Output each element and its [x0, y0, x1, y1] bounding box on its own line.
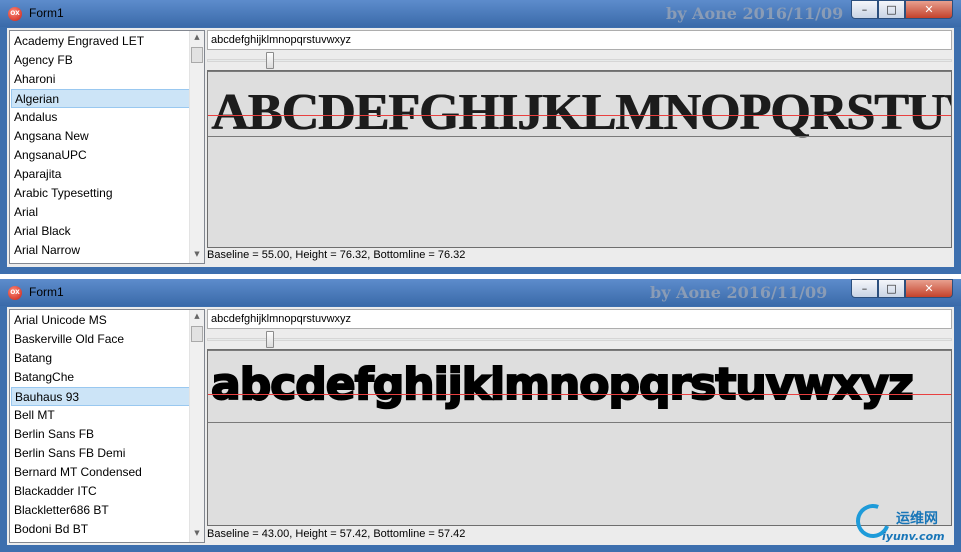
list-item[interactable]: Andalus — [11, 108, 191, 127]
title-bar[interactable]: OX Form1 by Aone 2016/11/09 – □ ✕ — [0, 0, 961, 27]
rendered-sample-text: abcdefghijklmnopqrstuvwxyz — [210, 358, 915, 411]
logo-chinese-text: 运维网 — [896, 511, 938, 527]
list-item[interactable]: Bernard MT Condensed — [11, 463, 191, 482]
sample-text-input[interactable]: abcdefghijklmnopqrstuvwxyz — [207, 30, 952, 50]
app-icon[interactable]: OX — [8, 286, 22, 300]
minimize-button[interactable]: – — [851, 0, 878, 19]
font-listbox[interactable]: Arial Unicode MS Baskerville Old Face Ba… — [9, 309, 205, 543]
slider-track[interactable] — [207, 59, 952, 62]
site-logo: 运维网 iyunv.com — [850, 498, 960, 550]
list-item-selected[interactable]: Bauhaus 93 — [11, 387, 191, 406]
font-listbox[interactable]: Academy Engraved LET Agency FB Aharoni A… — [9, 30, 205, 264]
scroll-thumb[interactable] — [191, 47, 203, 63]
scroll-down-arrow-icon[interactable]: ▼ — [190, 529, 204, 537]
list-item[interactable]: Berlin Sans FB — [11, 425, 191, 444]
minimize-button[interactable]: – — [851, 279, 878, 298]
list-item[interactable]: Arial Narrow — [11, 241, 191, 260]
window-form1-top: OX Form1 by Aone 2016/11/09 – □ ✕ Academ… — [0, 0, 961, 274]
baseline-line — [208, 394, 951, 395]
list-item[interactable]: Angsana New — [11, 127, 191, 146]
list-item[interactable]: Arabic Typesetting — [11, 184, 191, 203]
window-title: Form1 — [29, 285, 64, 299]
list-item[interactable]: Aparajita — [11, 165, 191, 184]
status-metrics: Baseline = 55.00, Height = 76.32, Bottom… — [207, 249, 466, 261]
close-button[interactable]: ✕ — [905, 0, 953, 19]
list-scrollbar[interactable]: ▲ ▼ — [189, 31, 204, 263]
list-item[interactable]: Aharoni — [11, 70, 191, 89]
list-item[interactable]: AngsanaUPC — [11, 146, 191, 165]
list-item[interactable]: Bodoni Bd BT — [11, 520, 191, 539]
list-item[interactable]: Blackletter686 BT — [11, 501, 191, 520]
list-item[interactable]: Blackadder ITC — [11, 482, 191, 501]
scroll-thumb[interactable] — [191, 326, 203, 342]
window-form1-bottom: OX Form1 by Aone 2016/11/09 – □ ✕ Arial … — [0, 279, 961, 552]
list-item[interactable]: Bell MT — [11, 406, 191, 425]
status-metrics: Baseline = 43.00, Height = 57.42, Bottom… — [207, 528, 466, 540]
scroll-up-arrow-icon[interactable]: ▲ — [190, 33, 204, 41]
list-item[interactable]: Arial Black — [11, 222, 191, 241]
window-title: Form1 — [29, 6, 64, 20]
client-area: Arial Unicode MS Baskerville Old Face Ba… — [7, 307, 954, 545]
client-area: Academy Engraved LET Agency FB Aharoni A… — [7, 28, 954, 267]
top-line — [208, 350, 951, 351]
list-item[interactable]: BatangChe — [11, 368, 191, 387]
list-item[interactable]: Academy Engraved LET — [11, 32, 191, 51]
maximize-button[interactable]: □ — [878, 279, 905, 298]
scroll-up-arrow-icon[interactable]: ▲ — [190, 312, 204, 320]
scroll-down-arrow-icon[interactable]: ▼ — [190, 250, 204, 258]
list-item[interactable]: Arial — [11, 203, 191, 222]
watermark-text: by Aone 2016/11/09 — [666, 4, 844, 23]
watermark-text: by Aone 2016/11/09 — [650, 283, 828, 302]
top-line — [208, 71, 951, 72]
app-icon[interactable]: OX — [8, 7, 22, 21]
list-item[interactable]: Batang — [11, 349, 191, 368]
maximize-button[interactable]: □ — [878, 0, 905, 19]
list-item-selected[interactable]: Algerian — [11, 89, 191, 108]
preview-canvas: ABCDEFGHIJKLMNOPQRSTUVWXYZ — [207, 70, 952, 248]
close-button[interactable]: ✕ — [905, 279, 953, 298]
title-bar[interactable]: OX Form1 by Aone 2016/11/09 – □ ✕ — [0, 279, 961, 306]
slider-track[interactable] — [207, 338, 952, 341]
list-scrollbar[interactable]: ▲ ▼ — [189, 310, 204, 542]
rendered-sample-text: ABCDEFGHIJKLMNOPQRSTUVWXYZ — [211, 84, 951, 141]
bottom-line — [208, 422, 951, 423]
list-item[interactable]: Arial Unicode MS — [11, 311, 191, 330]
slider-thumb[interactable] — [266, 331, 274, 348]
preview-canvas: abcdefghijklmnopqrstuvwxyz — [207, 349, 952, 526]
slider-thumb[interactable] — [266, 52, 274, 69]
list-item[interactable]: Berlin Sans FB Demi — [11, 444, 191, 463]
size-slider[interactable] — [207, 50, 952, 70]
list-item[interactable]: Agency FB — [11, 51, 191, 70]
sample-text-input[interactable]: abcdefghijklmnopqrstuvwxyz — [207, 309, 952, 329]
bottom-line — [208, 136, 951, 137]
list-item[interactable]: Baskerville Old Face — [11, 330, 191, 349]
logo-domain-text: iyunv.com — [882, 530, 945, 543]
size-slider[interactable] — [207, 329, 952, 349]
baseline-line — [208, 115, 951, 116]
